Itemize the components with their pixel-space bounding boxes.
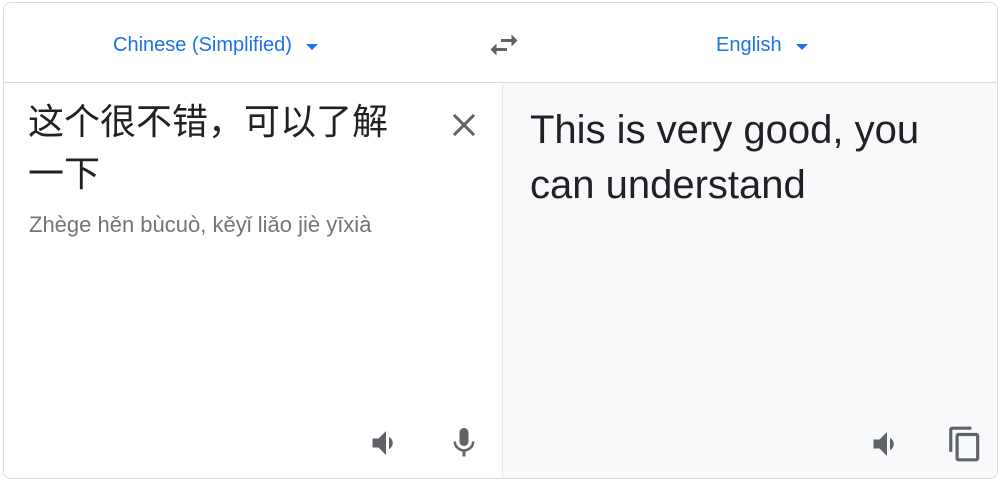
copy-icon bbox=[949, 426, 980, 462]
target-pane: This is very good, you can understand bbox=[502, 83, 997, 478]
source-language-selector[interactable]: Chinese (Simplified) bbox=[113, 29, 318, 61]
volume-icon bbox=[372, 431, 393, 455]
swap-horiz-icon bbox=[490, 34, 518, 56]
chevron-down-icon bbox=[305, 44, 318, 50]
voice-input-button[interactable] bbox=[444, 423, 484, 463]
source-language-label: Chinese (Simplified) bbox=[113, 33, 292, 56]
chevron-down-icon bbox=[795, 44, 808, 50]
source-pane: 这个很不错，可以了解一下 Zhège hěn bùcuò, kěyǐ liǎo … bbox=[4, 83, 502, 478]
copy-translation-button[interactable] bbox=[945, 424, 985, 464]
listen-source-button[interactable] bbox=[366, 423, 406, 463]
source-text-input[interactable]: 这个很不错，可以了解一下 bbox=[28, 97, 398, 201]
swap-languages-button[interactable] bbox=[486, 27, 522, 63]
clear-source-button[interactable] bbox=[444, 105, 484, 145]
target-language-selector[interactable]: English bbox=[716, 29, 808, 61]
translation-output: This is very good, you can understand bbox=[530, 108, 920, 207]
translate-card: Chinese (Simplified) English 这个很不错，可以了解一… bbox=[3, 2, 998, 479]
microphone-icon bbox=[453, 428, 475, 457]
close-icon bbox=[452, 113, 476, 137]
source-romanization: Zhège hěn bùcuò, kěyǐ liǎo jiè yīxià bbox=[29, 212, 372, 237]
volume-icon bbox=[873, 432, 894, 456]
language-bar: Chinese (Simplified) English bbox=[4, 3, 997, 83]
listen-translation-button[interactable] bbox=[867, 424, 907, 464]
target-language-label: English bbox=[716, 33, 782, 56]
